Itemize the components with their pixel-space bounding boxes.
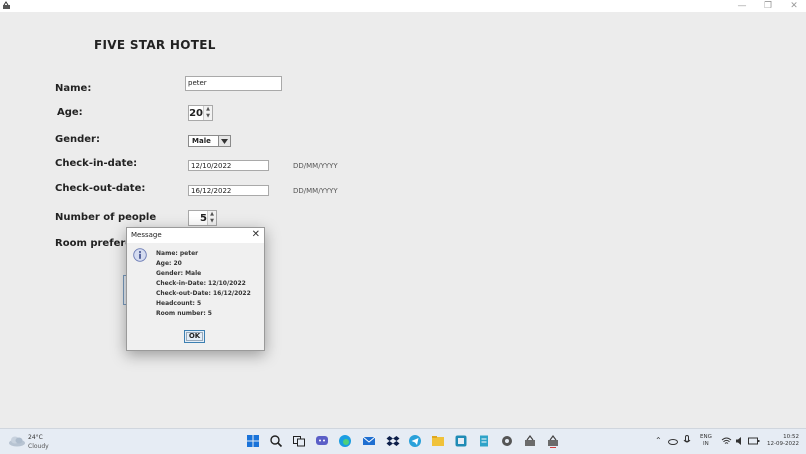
search-icon[interactable] [269, 434, 283, 448]
file-explorer-icon[interactable] [431, 434, 445, 448]
task-view-icon[interactable] [292, 434, 306, 448]
page-title: FIVE STAR HOTEL [94, 38, 216, 52]
age-stepper[interactable]: 20 ▲ ▼ [188, 105, 213, 121]
battery-icon[interactable] [748, 436, 760, 446]
minimize-button[interactable]: — [730, 0, 754, 12]
cloud-icon[interactable] [8, 435, 26, 447]
java-app-icon-2[interactable] [546, 434, 560, 448]
people-label: Number of people [55, 212, 157, 223]
message-line-checkin: Check-in-Date: 12/10/2022 [156, 280, 246, 287]
settings-icon[interactable] [500, 434, 514, 448]
close-window-button[interactable]: ✕ [782, 0, 806, 12]
chevron-up-icon[interactable]: ⌃ [655, 436, 662, 445]
store-icon[interactable] [454, 434, 468, 448]
message-dialog: Message ✕ Name: peter Age: 20 Gender: Ma… [126, 227, 265, 351]
windows-start-icon[interactable] [246, 434, 260, 448]
ok-button[interactable]: OK [184, 330, 205, 343]
microphone-icon[interactable] [683, 435, 691, 446]
message-line-name: Name: peter [156, 250, 199, 257]
dropbox-icon[interactable] [386, 434, 400, 448]
taskbar: 24°C Cloudy ⌃ ENG IN 10:52 12-09-2022 [0, 428, 806, 454]
checkout-format-hint: DD/MM/YYYY [293, 187, 338, 195]
dialog-title: Message [131, 231, 162, 239]
mail-icon[interactable] [362, 434, 376, 448]
chevron-down-icon[interactable] [218, 136, 230, 146]
checkin-label: Check-in-date: [55, 158, 138, 169]
checkin-format-hint: DD/MM/YYYY [293, 162, 338, 170]
weather-temperature[interactable]: 24°C [28, 434, 43, 441]
checkout-label: Check-out-date: [55, 183, 146, 194]
dialog-titlebar: Message ✕ [127, 228, 264, 243]
weather-description[interactable]: Cloudy [28, 443, 49, 450]
maximize-button[interactable]: ❐ [756, 0, 780, 12]
name-label: Name: [55, 83, 92, 94]
people-stepper[interactable]: 5 ▲ ▼ [188, 210, 217, 226]
gender-selected-value: Male [192, 137, 211, 145]
dialog-message: Name: peter Age: 20 Gender: Male Check-i… [156, 249, 251, 319]
people-value: 5 [200, 213, 207, 224]
people-stepper-arrows[interactable]: ▲ ▼ [207, 211, 216, 225]
chat-icon[interactable] [315, 434, 329, 448]
onedrive-icon[interactable] [668, 436, 678, 446]
gender-label: Gender: [55, 134, 100, 145]
info-icon [133, 248, 147, 262]
message-line-headcount: Headcount: 5 [156, 300, 202, 307]
checkin-date-field[interactable]: 12/10/2022 [188, 160, 269, 171]
java-app-icon[interactable] [523, 434, 537, 448]
message-line-age: Age: 20 [156, 260, 182, 267]
clock-time: 10:52 [783, 434, 799, 440]
clock-date: 12-09-2022 [767, 441, 799, 447]
message-line-checkout: Check-out-Date: 16/12/2022 [156, 290, 251, 297]
close-icon[interactable]: ✕ [252, 229, 260, 241]
age-value: 20 [189, 108, 203, 119]
window-titlebar: — ❐ ✕ [0, 0, 806, 12]
name-field[interactable]: peter [185, 76, 282, 91]
booking-form: FIVE STAR HOTEL Name: peter Age: 20 ▲ ▼ G… [0, 12, 806, 428]
checkout-date-field[interactable]: 16/12/2022 [188, 185, 269, 196]
language-indicator[interactable]: ENG IN [700, 434, 712, 448]
language-region: IN [703, 441, 709, 447]
wifi-icon[interactable] [721, 436, 732, 446]
message-line-room: Room number: 5 [156, 310, 212, 317]
language-code: ENG [700, 434, 712, 440]
volume-icon[interactable] [735, 436, 745, 446]
notepad-icon[interactable] [477, 434, 491, 448]
gender-select[interactable]: Male [188, 135, 231, 147]
age-stepper-arrows[interactable]: ▲ ▼ [203, 106, 212, 120]
edge-icon[interactable] [338, 434, 352, 448]
age-label: Age: [57, 107, 83, 118]
java-app-icon [3, 1, 10, 9]
telegram-icon[interactable] [408, 434, 422, 448]
message-line-gender: Gender: Male [156, 270, 202, 277]
clock[interactable]: 10:52 12-09-2022 [763, 434, 799, 448]
